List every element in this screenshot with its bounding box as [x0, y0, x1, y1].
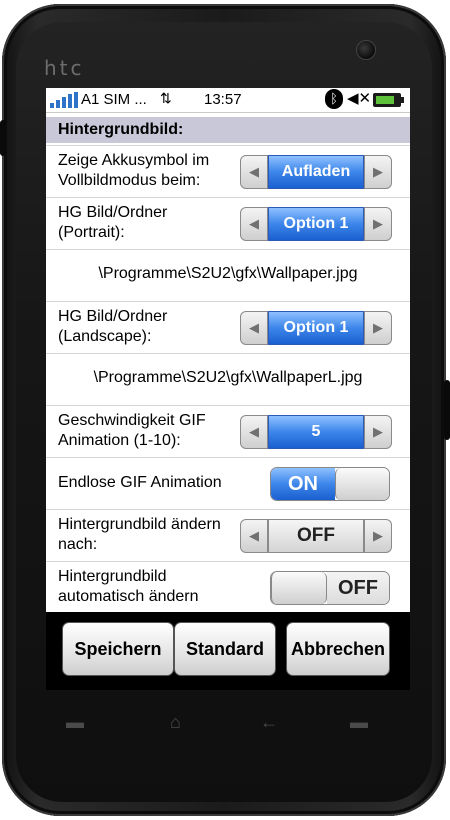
wallpaper-portrait-path[interactable]: \Programme\S2U2\gfx\Wallpaper.jpg [46, 249, 410, 301]
file-path: \Programme\S2U2\gfx\WallpaperL.jpg [93, 369, 363, 386]
setting-auto-change-wallpaper: Hintergrundbild automatisch ändern OFF [46, 561, 410, 613]
endless-gif-toggle[interactable]: ON [270, 467, 390, 501]
status-bar: A1 SIM ... ⇅ 13:57 ᛒ ◀✕ [46, 88, 410, 113]
spinner-prev-button[interactable]: ◀ [240, 311, 268, 345]
setting-gif-speed: Geschwindigkeit GIF Animation (1-10): ◀ … [46, 405, 410, 457]
home-icon[interactable]: ⌂ [170, 712, 181, 733]
speaker-mute-icon: ◀✕ [347, 90, 372, 107]
carrier-name: A1 SIM ... [81, 91, 147, 108]
setting-label: HG Bild/Ordner (Portrait): [58, 204, 168, 241]
bluetooth-icon: ᛒ [325, 89, 343, 109]
setting-label: Geschwindigkeit GIF Animation (1-10): [58, 412, 206, 449]
value-spinner: ◀ 5 ▶ [240, 415, 392, 449]
call-icon[interactable]: ▬ [66, 712, 84, 733]
auto-change-toggle[interactable]: OFF [270, 571, 390, 605]
spinner-next-button[interactable]: ▶ [364, 519, 392, 553]
bottom-button-bar: Speichern Standard Abbrechen [46, 612, 410, 690]
setting-wallpaper-landscape: HG Bild/Ordner (Landscape): ◀ Option 1 ▶ [46, 301, 410, 353]
sync-arrows-icon: ⇅ [160, 90, 172, 106]
front-camera [356, 40, 376, 60]
screen: A1 SIM ... ⇅ 13:57 ᛒ ◀✕ Hintergrundbild:… [46, 88, 410, 690]
setting-label: Zeige Akkusymbol im Vollbildmodus beim: [58, 152, 210, 189]
toggle-state: OFF [327, 572, 389, 604]
setting-change-wallpaper-after: Hintergrundbild ändern nach: ◀ OFF ▶ [46, 509, 410, 561]
file-path: \Programme\S2U2\gfx\Wallpaper.jpg [98, 265, 358, 282]
setting-label: Hintergrundbild automatisch ändern [58, 568, 199, 605]
spinner-value[interactable]: Aufladen [268, 155, 364, 189]
setting-label: Hintergrundbild ändern nach: [58, 516, 221, 553]
brand-logo: htc [44, 56, 85, 80]
setting-label: Endlose GIF Animation [58, 474, 222, 491]
toggle-state: ON [271, 468, 335, 500]
value-spinner: ◀ Option 1 ▶ [240, 311, 392, 345]
signal-strength-icon [50, 92, 78, 108]
side-button[interactable] [444, 380, 450, 440]
spinner-next-button[interactable]: ▶ [364, 207, 392, 241]
save-button[interactable]: Speichern [62, 622, 174, 676]
spinner-prev-button[interactable]: ◀ [240, 415, 268, 449]
spinner-value[interactable]: 5 [268, 415, 364, 449]
settings-list[interactable]: Hintergrundbild: Zeige Akkusymbol im Vol… [46, 113, 410, 690]
toggle-knob [335, 468, 389, 500]
hardware-keys: ▬ ⌂ ← ▬ [60, 706, 390, 736]
setting-battery-icon-fullscreen: Zeige Akkusymbol im Vollbildmodus beim: … [46, 145, 410, 197]
clock: 13:57 [204, 91, 242, 108]
back-icon[interactable]: ← [260, 712, 278, 733]
spinner-prev-button[interactable]: ◀ [240, 519, 268, 553]
battery-charging-icon [373, 93, 404, 107]
default-button[interactable]: Standard [174, 622, 276, 676]
toggle-knob [271, 572, 327, 604]
value-spinner: ◀ OFF ▶ [240, 519, 392, 553]
setting-label: HG Bild/Ordner (Landscape): [58, 308, 168, 345]
spinner-value[interactable]: OFF [268, 519, 364, 553]
setting-wallpaper-portrait: HG Bild/Ordner (Portrait): ◀ Option 1 ▶ [46, 197, 410, 249]
setting-endless-gif: Endlose GIF Animation ON [46, 457, 410, 509]
spinner-next-button[interactable]: ▶ [364, 415, 392, 449]
spinner-prev-button[interactable]: ◀ [240, 155, 268, 189]
spinner-next-button[interactable]: ▶ [364, 311, 392, 345]
spinner-value[interactable]: Option 1 [268, 207, 364, 241]
value-spinner: ◀ Aufladen ▶ [240, 155, 392, 189]
spinner-next-button[interactable]: ▶ [364, 155, 392, 189]
side-button[interactable] [0, 120, 6, 156]
spinner-value[interactable]: Option 1 [268, 311, 364, 345]
wallpaper-landscape-path[interactable]: \Programme\S2U2\gfx\WallpaperL.jpg [46, 353, 410, 405]
cancel-button[interactable]: Abbrechen [286, 622, 390, 676]
spinner-prev-button[interactable]: ◀ [240, 207, 268, 241]
section-header: Hintergrundbild: [46, 117, 410, 143]
value-spinner: ◀ Option 1 ▶ [240, 207, 392, 241]
end-call-icon[interactable]: ▬ [350, 712, 368, 733]
